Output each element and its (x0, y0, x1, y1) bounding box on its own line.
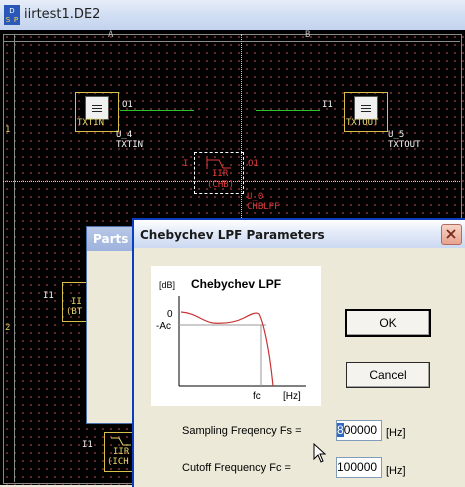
txtin-label: TXTIN (77, 118, 105, 128)
partial-ich-tag: (ICH (107, 457, 129, 467)
ok-button[interactable]: OK (345, 309, 431, 337)
txtout-label: TXTOUT (346, 118, 379, 128)
filter-icon (111, 437, 131, 446)
chbpf-output-port: O1 (248, 159, 259, 169)
response-curve (180, 311, 274, 387)
ac-level-label: -Ac (156, 321, 171, 332)
chbpf-component[interactable]: IIR (CHB) (194, 152, 244, 194)
sampling-frequency-text: 00000 (343, 423, 378, 437)
sampling-frequency-selected-text: 8 (337, 423, 344, 437)
zero-level-label: 0 (167, 309, 173, 320)
dsp-app-icon: D S P (4, 5, 20, 25)
hz-axis-label: [Hz] (283, 391, 301, 402)
svg-text:P: P (14, 16, 18, 24)
txtin-port: O1 (122, 100, 133, 110)
sheet-header-line (3, 41, 460, 42)
txtin-type: TXTIN (116, 140, 144, 150)
mouse-cursor-icon (313, 443, 327, 463)
column-label-b: B (305, 30, 311, 40)
partial-bt-tag: (BT (66, 307, 83, 317)
row-label-2: 2 (5, 323, 11, 333)
cutoff-frequency-unit: [Hz] (386, 465, 406, 477)
chbpf-type: CHBLPF (247, 202, 280, 212)
fc-label: fc (253, 391, 261, 402)
close-button[interactable] (441, 224, 462, 245)
db-unit-label: [dB] (159, 280, 175, 290)
text-file-icon (354, 96, 378, 120)
diagram-heading: Chebychev LPF (191, 277, 281, 291)
lpf-response-diagram: [dB] Chebychev LPF 0 -Ac fc [Hz] (151, 266, 321, 406)
svg-text:S: S (6, 16, 11, 24)
parts-dialog-title: Parts (93, 232, 129, 246)
chbpf-tag: (CHB) (207, 180, 235, 190)
txtout-type: TXTOUT (388, 140, 421, 150)
partial-bt-component[interactable]: II (BT (62, 282, 89, 322)
partial-ich-code: IIR (113, 447, 130, 457)
chbpf-instance-name: U_0 (247, 192, 264, 202)
cutoff-frequency-label: Cutoff Frequency Fc = (182, 462, 291, 474)
partial-ich-port: I1 (82, 440, 93, 450)
partial-ich-component[interactable]: IIR (ICH (104, 432, 135, 472)
txtout-instance-name: U_5 (388, 130, 405, 140)
dialog-title: Chebychev LPF Parameters (140, 228, 325, 242)
close-icon (446, 229, 456, 239)
partial-bt-port: I1 (43, 291, 54, 301)
sampling-frequency-unit: [Hz] (386, 427, 406, 439)
svg-text:D: D (9, 7, 14, 15)
txtout-wire (256, 110, 320, 111)
dialog-title-bar[interactable]: Chebychev LPF Parameters (134, 220, 465, 248)
sampling-frequency-input[interactable]: 800000 (336, 420, 382, 441)
column-label-a: A (108, 30, 114, 40)
cancel-button[interactable]: Cancel (346, 362, 430, 388)
text-file-icon (85, 96, 109, 120)
lowpass-filter-icon (206, 158, 231, 169)
txtout-port: I1 (322, 100, 333, 110)
row-label-1: 1 (5, 125, 11, 135)
txtin-wire (120, 110, 194, 111)
sheet-side-line (14, 34, 15, 482)
chbpf-input-port: I (183, 159, 189, 169)
partial-bt-code: II (71, 297, 82, 307)
window-title: iirtest1.DE2 (24, 7, 101, 22)
cutoff-frequency-input[interactable]: 100000 (336, 457, 382, 478)
txtout-component[interactable]: TXTOUT (344, 92, 388, 132)
txtin-component[interactable]: TXTIN (75, 92, 119, 132)
cutoff-frequency-text: 100000 (337, 460, 378, 474)
txtin-instance-name: U_4 (116, 130, 133, 140)
sampling-frequency-label: Sampling Freqency Fs = (182, 425, 302, 437)
chbpf-code: IIR (212, 169, 229, 179)
chebychev-parameters-dialog[interactable]: Chebychev LPF Parameters [dB] Chebychev … (132, 218, 465, 487)
main-title-bar[interactable]: D S P iirtest1.DE2 (0, 0, 465, 31)
